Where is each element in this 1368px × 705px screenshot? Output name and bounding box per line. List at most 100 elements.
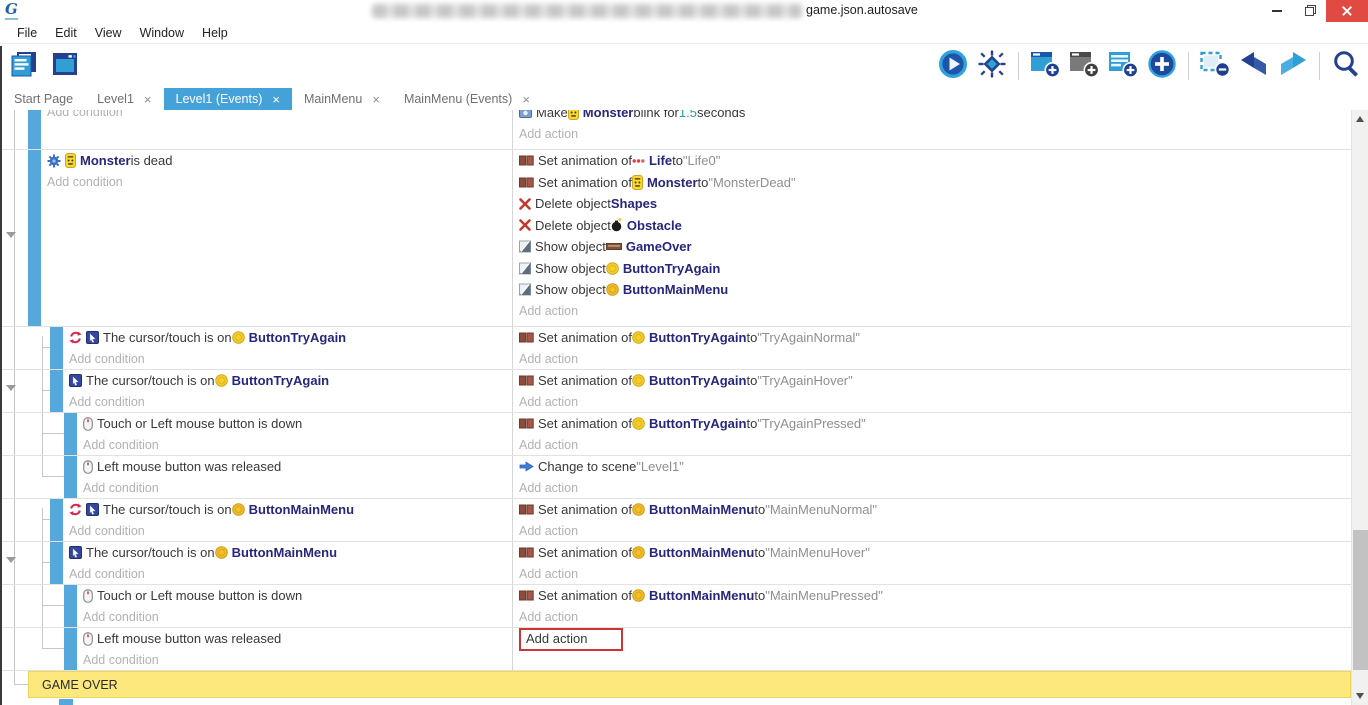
search-button[interactable]	[1330, 50, 1362, 82]
event-action[interactable]: Delete object Obstacle	[513, 215, 1351, 237]
add-comment-button[interactable]	[1107, 50, 1139, 82]
event-action[interactable]: Show object ButtonTryAgain	[513, 258, 1351, 280]
tab-mainmenu-events-[interactable]: MainMenu (Events)×	[392, 88, 542, 110]
conditions-cell[interactable]: The cursor/touch is on ButtonMainMenuAdd…	[63, 499, 512, 541]
event-action[interactable]: Set animation of ButtonMainMenu to "Main…	[513, 542, 1351, 564]
event-selection-bar[interactable]	[50, 542, 63, 584]
conditions-cell[interactable]: Left mouse button was releasedAdd condit…	[77, 456, 512, 498]
event-action[interactable]: Set animation of Life to "Life0"	[513, 150, 1351, 172]
add-action-button[interactable]: Add action	[513, 349, 1351, 370]
actions-cell[interactable]: Set animation of ButtonMainMenu to "Main…	[512, 542, 1351, 584]
tab-level1-events-[interactable]: Level1 (Events)×	[164, 88, 292, 110]
event-action[interactable]: Set animation of ButtonTryAgain to "TryA…	[513, 370, 1351, 392]
event-condition[interactable]: Touch or Left mouse button is down	[77, 413, 512, 435]
play-button[interactable]	[937, 50, 969, 82]
add-action-button[interactable]: Add action	[513, 435, 1351, 456]
event-selection-bar[interactable]	[64, 456, 77, 498]
tab-close-icon[interactable]: ×	[272, 93, 280, 106]
tab-close-icon[interactable]: ×	[144, 93, 152, 106]
tab-mainmenu[interactable]: MainMenu×	[292, 88, 392, 110]
actions-cell[interactable]: Make Monster blink for 1.5 secondsAdd ac…	[512, 110, 1351, 149]
conditions-cell[interactable]: Monster is deadAdd condition	[41, 150, 512, 326]
actions-cell[interactable]: Set animation of ButtonMainMenu to "Main…	[512, 585, 1351, 627]
event-condition[interactable]: Touch or Left mouse button is down	[77, 585, 512, 607]
event-selection-bar[interactable]	[64, 628, 77, 670]
menu-window[interactable]: Window	[131, 26, 193, 40]
event-action[interactable]: Delete object Shapes	[513, 193, 1351, 215]
delete-selection-button[interactable]	[1199, 50, 1231, 82]
add-condition-button[interactable]: Add condition	[63, 564, 512, 585]
event-action[interactable]: Set animation of ButtonMainMenu to "Main…	[513, 585, 1351, 607]
actions-cell[interactable]: Set animation of ButtonTryAgain to "TryA…	[512, 327, 1351, 369]
menu-edit[interactable]: Edit	[46, 26, 86, 40]
event-selection-bar[interactable]	[50, 499, 63, 541]
conditions-cell[interactable]: The cursor/touch is on ButtonTryAgainAdd…	[63, 370, 512, 412]
highlighted-add-action[interactable]: Add action	[519, 628, 623, 651]
event-selection-bar[interactable]	[50, 327, 63, 369]
actions-cell[interactable]: Set animation of ButtonTryAgain to "TryA…	[512, 370, 1351, 412]
comment-event[interactable]: GAME OVER	[28, 671, 1351, 698]
event-action[interactable]: Set animation of ButtonMainMenu to "Main…	[513, 499, 1351, 521]
event-action[interactable]: Set animation of ButtonTryAgain to "TryA…	[513, 413, 1351, 435]
event-selection-bar[interactable]	[28, 150, 41, 326]
menu-view[interactable]: View	[86, 26, 131, 40]
add-condition-button[interactable]: Add condition	[41, 110, 512, 124]
add-event-button[interactable]	[1029, 50, 1061, 82]
event-condition[interactable]: The cursor/touch is on ButtonTryAgain	[63, 327, 512, 349]
add-action-button[interactable]: Add action	[513, 392, 1351, 413]
event-condition[interactable]: Monster is dead	[41, 150, 512, 172]
event-action[interactable]: Set animation of Monster to "MonsterDead…	[513, 172, 1351, 194]
actions-cell[interactable]: Set animation of Life to "Life0"Set anim…	[512, 150, 1351, 326]
menu-file[interactable]: File	[8, 26, 46, 40]
add-action-button[interactable]: Add action	[513, 564, 1351, 585]
add-condition-button[interactable]: Add condition	[77, 650, 512, 671]
project-manager-button[interactable]	[8, 50, 40, 82]
debug-button[interactable]	[976, 50, 1008, 82]
add-condition-button[interactable]: Add condition	[63, 392, 512, 413]
restore-button[interactable]	[1294, 0, 1324, 22]
event-selection-bar[interactable]	[28, 110, 41, 149]
menu-help[interactable]: Help	[193, 26, 237, 40]
event-selection-bar[interactable]	[64, 413, 77, 455]
conditions-cell[interactable]: Add condition	[41, 110, 512, 149]
event-action[interactable]: Change to scene "Level1"	[513, 456, 1351, 478]
event-condition[interactable]: The cursor/touch is on ButtonMainMenu	[63, 542, 512, 564]
conditions-cell[interactable]: The cursor/touch is on ButtonMainMenuAdd…	[63, 542, 512, 584]
event-action[interactable]: Add action	[513, 628, 1351, 650]
event-condition[interactable]: The cursor/touch is on ButtonTryAgain	[63, 370, 512, 392]
event-condition[interactable]: The cursor/touch is on ButtonMainMenu	[63, 499, 512, 521]
conditions-cell[interactable]: Left mouse button was releasedAdd condit…	[77, 628, 512, 670]
add-action-button[interactable]: Add action	[513, 478, 1351, 499]
conditions-cell[interactable]: Touch or Left mouse button is downAdd co…	[77, 585, 512, 627]
scene-editor-button[interactable]	[49, 50, 81, 82]
event-selection-bar[interactable]	[64, 585, 77, 627]
close-button[interactable]	[1326, 0, 1368, 22]
add-action-button[interactable]: Add action	[513, 124, 1351, 146]
conditions-cell[interactable]: The cursor/touch is on ButtonTryAgainAdd…	[63, 327, 512, 369]
actions-cell[interactable]: Add action	[512, 628, 1351, 670]
add-condition-button[interactable]: Add condition	[77, 478, 512, 499]
add-action-button[interactable]: Add action	[513, 301, 1351, 323]
tab-level1[interactable]: Level1×	[85, 88, 163, 110]
actions-cell[interactable]: Change to scene "Level1"Add action	[512, 456, 1351, 498]
tab-start-page[interactable]: Start Page	[2, 88, 85, 110]
event-selection-bar[interactable]	[50, 370, 63, 412]
event-action[interactable]: Set animation of ButtonTryAgain to "TryA…	[513, 327, 1351, 349]
add-action-button[interactable]: Add action	[513, 607, 1351, 628]
event-selection-bar[interactable]	[59, 699, 73, 705]
redo-button[interactable]	[1277, 50, 1309, 82]
scrollbar-thumb[interactable]	[1353, 530, 1368, 670]
add-condition-button[interactable]: Add condition	[63, 521, 512, 542]
event-action[interactable]: Show object ButtonMainMenu	[513, 279, 1351, 301]
add-subevent-button[interactable]	[1068, 50, 1100, 82]
event-condition[interactable]: Left mouse button was released	[77, 628, 512, 650]
tab-close-icon[interactable]: ×	[372, 93, 380, 106]
add-condition-button[interactable]: Add condition	[63, 349, 512, 370]
tab-close-icon[interactable]: ×	[522, 93, 530, 106]
undo-button[interactable]	[1238, 50, 1270, 82]
actions-cell[interactable]: Set animation of ButtonMainMenu to "Main…	[512, 499, 1351, 541]
add-condition-button[interactable]: Add condition	[77, 607, 512, 628]
minimize-button[interactable]	[1262, 0, 1292, 22]
scroll-down-icon[interactable]	[1356, 693, 1364, 699]
add-condition-button[interactable]: Add condition	[41, 172, 512, 194]
